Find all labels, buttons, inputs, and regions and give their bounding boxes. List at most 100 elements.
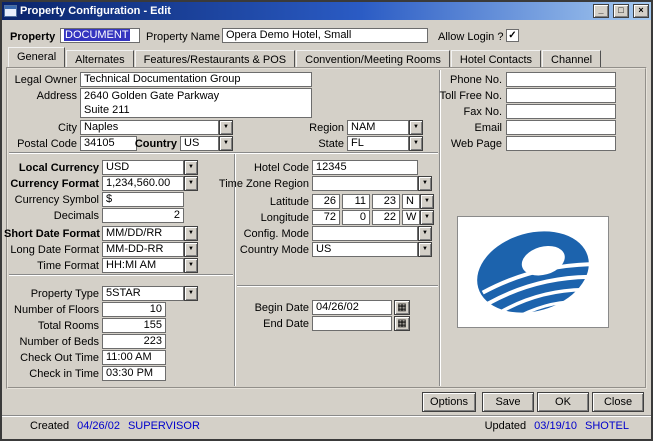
latitude-label: Latitude <box>209 196 309 209</box>
config-mode-field[interactable] <box>312 226 418 241</box>
options-button[interactable]: Options <box>422 392 476 412</box>
total-rooms-field[interactable]: 155 <box>102 318 166 333</box>
end-date-calendar-icon[interactable]: ▦ <box>394 316 410 331</box>
address-field[interactable]: 2640 Golden Gate Parkway Suite 211 <box>80 88 312 118</box>
minimize-icon[interactable]: _ <box>593 4 609 18</box>
email-field[interactable] <box>506 120 616 135</box>
legal-owner-label: Legal Owner <box>4 74 77 87</box>
property-configuration-window: Property Configuration - Edit _ □ × Prop… <box>0 0 653 441</box>
close-button[interactable]: Close <box>592 392 644 412</box>
property-type-dropdown-icon[interactable]: ▼ <box>184 286 198 301</box>
tab-features-restaurants-pos[interactable]: Features/Restaurants & POS <box>135 50 295 68</box>
long-date-format-dropdown-icon[interactable]: ▼ <box>184 242 198 257</box>
longitude-min-field[interactable]: 0 <box>342 210 370 225</box>
property-name-field[interactable]: Opera Demo Hotel, Small <box>222 28 428 43</box>
time-format-label: Time Format <box>4 260 99 273</box>
close-icon[interactable]: × <box>633 4 649 18</box>
web-page-label: Web Page <box>438 138 502 151</box>
restore-icon[interactable]: □ <box>613 4 629 18</box>
country-mode-dropdown-icon[interactable]: ▼ <box>418 242 432 257</box>
allow-login-label: Allow Login ? <box>438 31 504 44</box>
local-currency-dropdown-icon[interactable]: ▼ <box>184 160 198 175</box>
latitude-dropdown-icon[interactable]: ▼ <box>420 194 434 209</box>
latitude-deg-field[interactable]: 26 <box>312 194 340 209</box>
longitude-deg-field[interactable]: 72 <box>312 210 340 225</box>
country-mode-label: Country Mode <box>209 244 309 257</box>
hotel-code-label: Hotel Code <box>209 162 309 175</box>
begin-date-calendar-icon[interactable]: ▦ <box>394 300 410 315</box>
ok-button[interactable]: OK <box>537 392 589 412</box>
check-in-time-label: Check in Time <box>4 368 99 381</box>
check-in-time-field[interactable]: 03:30 PM <box>102 366 166 381</box>
time-format-dropdown-icon[interactable]: ▼ <box>184 258 198 273</box>
time-zone-region-field[interactable] <box>312 176 418 191</box>
time-format-field[interactable]: HH:MI AM <box>102 258 184 273</box>
fax-field[interactable] <box>506 104 616 119</box>
tab-hotel-contacts[interactable]: Hotel Contacts <box>451 50 541 68</box>
status-created: Created 04/26/02 SUPERVISOR <box>30 420 200 432</box>
longitude-sec-field[interactable]: 22 <box>372 210 400 225</box>
long-date-format-field[interactable]: MM-DD-RR <box>102 242 184 257</box>
updated-date: 03/19/10 <box>534 420 577 432</box>
latitude-hemisphere-field[interactable]: N <box>402 194 420 209</box>
property-field[interactable]: DOCUMENT <box>60 28 140 43</box>
latitude-sec-field[interactable]: 23 <box>372 194 400 209</box>
phone-field[interactable] <box>506 72 616 87</box>
city-label: City <box>4 122 77 135</box>
toll-free-field[interactable] <box>506 88 616 103</box>
property-type-field[interactable]: 5STAR <box>102 286 184 301</box>
hotel-code-field[interactable]: 12345 <box>312 160 418 175</box>
longitude-hemisphere-field[interactable]: W <box>402 210 420 225</box>
time-zone-dropdown-icon[interactable]: ▼ <box>418 176 432 191</box>
number-of-floors-label: Number of Floors <box>4 304 99 317</box>
region-label: Region <box>284 122 344 135</box>
local-currency-field[interactable]: USD <box>102 160 184 175</box>
legal-owner-field[interactable]: Technical Documentation Group <box>80 72 312 87</box>
config-mode-label: Config. Mode <box>209 228 309 241</box>
local-currency-label: Local Currency <box>4 162 99 175</box>
tab-bar: General Alternates Features/Restaurants … <box>8 47 601 68</box>
number-of-beds-field[interactable]: 223 <box>102 334 166 349</box>
currency-format-field[interactable]: 1,234,560.00 <box>102 176 184 191</box>
region-field[interactable]: NAM <box>347 120 409 135</box>
country-label: Country <box>117 138 177 151</box>
short-date-format-field[interactable]: MM/DD/RR <box>102 226 184 241</box>
time-zone-region-label: Time Zone Region <box>209 178 309 191</box>
long-date-format-label: Long Date Format <box>4 244 99 257</box>
currency-symbol-field[interactable]: $ <box>102 192 184 207</box>
tab-alternates[interactable]: Alternates <box>66 50 134 68</box>
titlebar[interactable]: Property Configuration - Edit _ □ × <box>2 2 651 20</box>
country-field[interactable]: US <box>180 136 219 151</box>
region-dropdown-icon[interactable]: ▼ <box>409 120 423 135</box>
state-dropdown-icon[interactable]: ▼ <box>409 136 423 151</box>
city-dropdown-icon[interactable]: ▼ <box>219 120 233 135</box>
decimals-field[interactable]: 2 <box>102 208 184 223</box>
config-mode-dropdown-icon[interactable]: ▼ <box>418 226 432 241</box>
currency-format-dropdown-icon[interactable]: ▼ <box>184 176 198 191</box>
country-mode-field[interactable]: US <box>312 242 418 257</box>
allow-login-checkbox[interactable]: ✓ <box>506 29 519 42</box>
longitude-dropdown-icon[interactable]: ▼ <box>420 210 434 225</box>
created-date: 04/26/02 <box>77 420 120 432</box>
hotel-logo-box <box>457 216 609 328</box>
country-dropdown-icon[interactable]: ▼ <box>219 136 233 151</box>
city-field[interactable]: Naples <box>80 120 219 135</box>
app-icon <box>4 5 17 17</box>
separator <box>2 415 651 417</box>
tab-convention-meeting-rooms[interactable]: Convention/Meeting Rooms <box>296 50 450 68</box>
updated-by: SHOTEL <box>585 420 629 432</box>
short-date-format-dropdown-icon[interactable]: ▼ <box>184 226 198 241</box>
latitude-min-field[interactable]: 11 <box>342 194 370 209</box>
state-label: State <box>284 138 344 151</box>
state-field[interactable]: FL <box>347 136 409 151</box>
save-button[interactable]: Save <box>482 392 534 412</box>
tab-general[interactable]: General <box>8 47 65 68</box>
fax-label: Fax No. <box>438 106 502 119</box>
tab-channel[interactable]: Channel <box>542 50 601 68</box>
number-of-floors-field[interactable]: 10 <box>102 302 166 317</box>
decimals-label: Decimals <box>4 210 99 223</box>
begin-date-field[interactable]: 04/26/02 <box>312 300 392 315</box>
end-date-field[interactable] <box>312 316 392 331</box>
check-out-time-field[interactable]: 11:00 AM <box>102 350 166 365</box>
web-page-field[interactable] <box>506 136 616 151</box>
